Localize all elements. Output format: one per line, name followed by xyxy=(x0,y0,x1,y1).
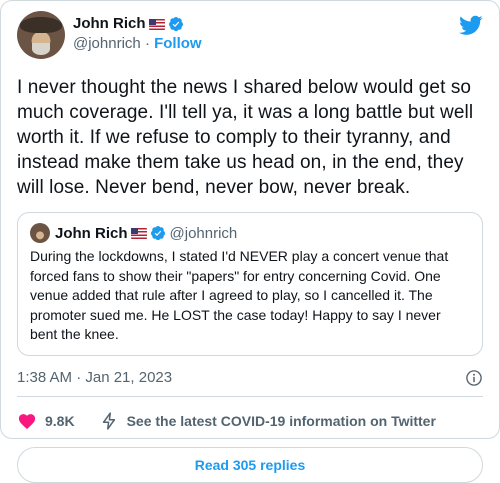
tweet-header: John Rich @johnrich · Follow xyxy=(17,11,483,61)
author-info: John Rich @johnrich · Follow xyxy=(73,11,202,53)
like-count[interactable]: 9.8K xyxy=(45,413,75,429)
author-handle[interactable]: @johnrich xyxy=(73,35,141,52)
tweet-card: John Rich @johnrich · Follow I never tho… xyxy=(0,0,500,483)
read-replies-label: Read 305 replies xyxy=(194,456,306,473)
follow-button[interactable]: Follow xyxy=(154,35,202,52)
verified-badge-icon xyxy=(150,226,165,241)
author-handle-row: @johnrich · Follow xyxy=(73,34,202,53)
author-avatar[interactable] xyxy=(17,11,65,59)
quoted-author-handle: @johnrich xyxy=(169,224,238,242)
tweet-meta: 1:38 AM · Jan 21, 2023 xyxy=(17,366,483,390)
quoted-author-name: John Rich xyxy=(55,224,128,242)
read-replies-button[interactable]: Read 305 replies xyxy=(17,446,483,483)
verified-badge-icon xyxy=(168,17,183,32)
us-flag-icon xyxy=(148,18,165,30)
info-icon[interactable] xyxy=(465,369,483,387)
tweet-timestamp[interactable]: 1:38 AM · Jan 21, 2023 xyxy=(17,369,172,386)
author-name[interactable]: John Rich xyxy=(73,15,146,33)
tweet-text: I never thought the news I shared below … xyxy=(17,77,479,198)
us-flag-icon xyxy=(130,227,147,239)
quoted-tweet-text: During the lockdowns, I stated I'd NEVER… xyxy=(30,248,453,342)
author-name-row: John Rich xyxy=(73,15,202,33)
dot-separator: · xyxy=(144,35,150,52)
bolt-icon xyxy=(102,411,115,430)
twitter-bird-icon[interactable] xyxy=(459,13,483,37)
tweet-actions: 9.8K See the latest COVID-19 information… xyxy=(17,397,483,445)
quoted-tweet[interactable]: John Rich @johnrich During the lockdowns… xyxy=(17,212,483,356)
heart-icon[interactable] xyxy=(17,411,37,431)
avatar-beard-shape xyxy=(32,43,50,55)
covid-info-link[interactable]: See the latest COVID-19 information on T… xyxy=(127,413,436,429)
quoted-tweet-header: John Rich @johnrich xyxy=(30,223,470,243)
avatar-hat-shape xyxy=(20,17,62,33)
quoted-author-avatar xyxy=(30,223,50,243)
